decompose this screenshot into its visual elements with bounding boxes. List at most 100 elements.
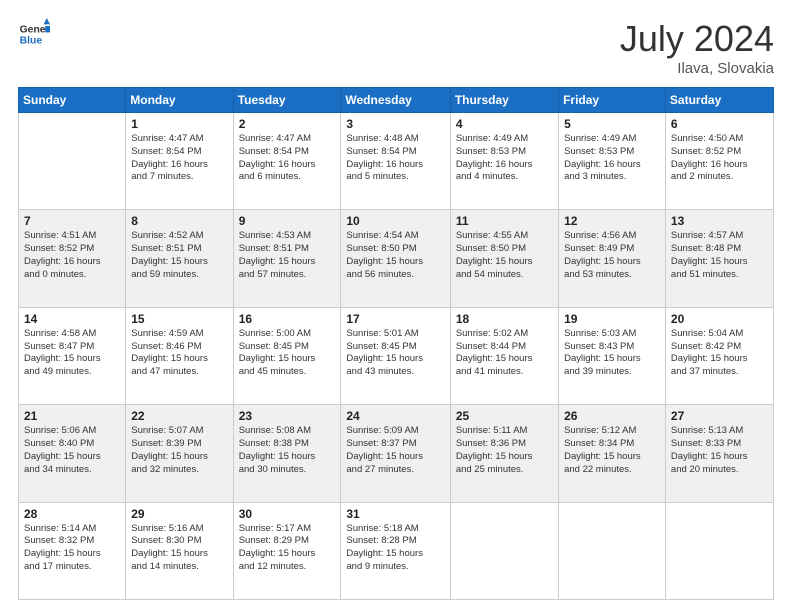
day-number: 14: [24, 312, 120, 326]
day-info: Sunrise: 4:49 AM Sunset: 8:53 PM Dayligh…: [456, 133, 553, 184]
day-number: 29: [131, 507, 227, 521]
day-number: 7: [24, 214, 120, 228]
day-number: 25: [456, 409, 553, 423]
table-row: 20 Sunrise: 5:04 AM Sunset: 8:42 PM Dayli…: [665, 307, 773, 404]
day-number: 3: [346, 117, 444, 131]
day-number: 9: [239, 214, 336, 228]
day-number: 21: [24, 409, 120, 423]
day-number: 16: [239, 312, 336, 326]
day-info: Sunrise: 5:08 AM Sunset: 8:38 PM Dayligh…: [239, 425, 336, 476]
table-row: 22Sunrise: 5:07 AM Sunset: 8:39 PM Dayli…: [126, 405, 233, 502]
title-block: July 2024 Ilava, Slovakia: [620, 18, 774, 77]
day-info: Sunrise: 4:48 AM Sunset: 8:54 PM Dayligh…: [346, 133, 444, 184]
col-sunday: Sunday: [19, 88, 126, 113]
day-number: 13: [671, 214, 768, 228]
table-row: 2 Sunrise: 4:47 AM Sunset: 8:54 PM Daylig…: [233, 113, 341, 210]
table-row: 19 Sunrise: 5:03 AM Sunset: 8:43 PM Dayli…: [559, 307, 666, 404]
table-row: 1Sunrise: 4:47 AM Sunset: 8:54 PM Daylig…: [126, 113, 233, 210]
table-row: [450, 502, 558, 599]
table-row: [665, 502, 773, 599]
day-info: Sunrise: 4:50 AM Sunset: 8:52 PM Dayligh…: [671, 133, 768, 184]
day-number: 10: [346, 214, 444, 228]
table-row: 18Sunrise: 5:02 AM Sunset: 8:44 PM Dayli…: [450, 307, 558, 404]
day-number: 24: [346, 409, 444, 423]
location: Ilava, Slovakia: [620, 60, 774, 77]
table-row: 15 Sunrise: 4:59 AM Sunset: 8:46 PM Dayli…: [126, 307, 233, 404]
svg-text:Blue: Blue: [20, 36, 43, 47]
day-number: 19: [564, 312, 660, 326]
table-row: 5Sunrise: 4:49 AM Sunset: 8:53 PM Daylig…: [559, 113, 666, 210]
calendar-week-row: 1 Sunrise: 4:47 AM Sunset: 8:54 PM Daylig…: [19, 113, 774, 210]
day-info: Sunrise: 4:47 AM Sunset: 8:54 PM Dayligh…: [239, 133, 336, 184]
table-row: 16Sunrise: 5:00 AM Sunset: 8:45 PM Dayli…: [233, 307, 341, 404]
day-info: Sunrise: 5:16 AM Sunset: 8:30 PM Dayligh…: [131, 523, 227, 574]
table-row: 12Sunrise: 4:56 AM Sunset: 8:49 PM Dayli…: [559, 210, 666, 307]
day-info: Sunrise: 4:52 AM Sunset: 8:51 PM Dayligh…: [131, 230, 227, 281]
table-row: 17Sunrise: 5:01 AM Sunset: 8:45 PM Dayli…: [341, 307, 450, 404]
table-row: [559, 502, 666, 599]
day-number: 18: [456, 312, 553, 326]
col-tuesday: Tuesday: [233, 88, 341, 113]
table-row: 27 Sunrise: 5:13 AM Sunset: 8:33 PM Dayli…: [665, 405, 773, 502]
col-monday: Monday: [126, 88, 233, 113]
table-row: 23 Sunrise: 5:08 AM Sunset: 8:38 PM Dayli…: [233, 405, 341, 502]
day-number: 23: [239, 409, 336, 423]
day-number: 11: [456, 214, 553, 228]
day-info: Sunrise: 4:54 AM Sunset: 8:50 PM Dayligh…: [346, 230, 444, 281]
day-number: 15: [131, 312, 227, 326]
day-info: Sunrise: 4:49 AM Sunset: 8:53 PM Dayligh…: [564, 133, 660, 184]
calendar-week-row: 14 Sunrise: 4:58 AM Sunset: 8:47 PM Dayli…: [19, 307, 774, 404]
logo: General Blue: [18, 18, 50, 50]
calendar-table: Sunday Monday Tuesday Wednesday Thursday…: [18, 87, 774, 600]
day-number: 6: [671, 117, 768, 131]
table-row: 13 Sunrise: 4:57 AM Sunset: 8:48 PM Dayli…: [665, 210, 773, 307]
col-thursday: Thursday: [450, 88, 558, 113]
day-info: Sunrise: 5:18 AM Sunset: 8:28 PM Dayligh…: [346, 523, 444, 574]
day-info: Sunrise: 4:53 AM Sunset: 8:51 PM Dayligh…: [239, 230, 336, 281]
table-row: 4 Sunrise: 4:49 AM Sunset: 8:53 PM Daylig…: [450, 113, 558, 210]
day-number: 12: [564, 214, 660, 228]
day-number: 8: [131, 214, 227, 228]
day-info: Sunrise: 4:58 AM Sunset: 8:47 PM Dayligh…: [24, 328, 120, 379]
day-info: Sunrise: 5:01 AM Sunset: 8:45 PM Dayligh…: [346, 328, 444, 379]
table-row: 26Sunrise: 5:12 AM Sunset: 8:34 PM Dayli…: [559, 405, 666, 502]
month-year: July 2024: [620, 18, 774, 60]
day-info: Sunrise: 4:59 AM Sunset: 8:46 PM Dayligh…: [131, 328, 227, 379]
day-info: Sunrise: 4:57 AM Sunset: 8:48 PM Dayligh…: [671, 230, 768, 281]
day-info: Sunrise: 5:07 AM Sunset: 8:39 PM Dayligh…: [131, 425, 227, 476]
day-info: Sunrise: 5:03 AM Sunset: 8:43 PM Dayligh…: [564, 328, 660, 379]
calendar-week-row: 21 Sunrise: 5:06 AM Sunset: 8:40 PM Dayli…: [19, 405, 774, 502]
table-row: 3 Sunrise: 4:48 AM Sunset: 8:54 PM Daylig…: [341, 113, 450, 210]
logo-icon: General Blue: [18, 18, 50, 50]
table-row: 21 Sunrise: 5:06 AM Sunset: 8:40 PM Dayli…: [19, 405, 126, 502]
header: General Blue July 2024 Ilava, Slovakia: [18, 18, 774, 77]
day-number: 2: [239, 117, 336, 131]
day-info: Sunrise: 5:12 AM Sunset: 8:34 PM Dayligh…: [564, 425, 660, 476]
table-row: 11 Sunrise: 4:55 AM Sunset: 8:50 PM Dayli…: [450, 210, 558, 307]
day-number: 1: [131, 117, 227, 131]
table-row: 30Sunrise: 5:17 AM Sunset: 8:29 PM Dayli…: [233, 502, 341, 599]
table-row: 8 Sunrise: 4:52 AM Sunset: 8:51 PM Daylig…: [126, 210, 233, 307]
day-info: Sunrise: 4:55 AM Sunset: 8:50 PM Dayligh…: [456, 230, 553, 281]
day-number: 30: [239, 507, 336, 521]
col-friday: Friday: [559, 88, 666, 113]
table-row: 9 Sunrise: 4:53 AM Sunset: 8:51 PM Daylig…: [233, 210, 341, 307]
table-row: 25 Sunrise: 5:11 AM Sunset: 8:36 PM Dayli…: [450, 405, 558, 502]
day-info: Sunrise: 5:11 AM Sunset: 8:36 PM Dayligh…: [456, 425, 553, 476]
day-info: Sunrise: 5:13 AM Sunset: 8:33 PM Dayligh…: [671, 425, 768, 476]
day-number: 20: [671, 312, 768, 326]
day-number: 4: [456, 117, 553, 131]
day-number: 27: [671, 409, 768, 423]
day-info: Sunrise: 5:14 AM Sunset: 8:32 PM Dayligh…: [24, 523, 120, 574]
table-row: 10 Sunrise: 4:54 AM Sunset: 8:50 PM Dayli…: [341, 210, 450, 307]
table-row: 28Sunrise: 5:14 AM Sunset: 8:32 PM Dayli…: [19, 502, 126, 599]
table-row: 31 Sunrise: 5:18 AM Sunset: 8:28 PM Dayli…: [341, 502, 450, 599]
calendar-week-row: 7 Sunrise: 4:51 AM Sunset: 8:52 PM Daylig…: [19, 210, 774, 307]
day-info: Sunrise: 5:04 AM Sunset: 8:42 PM Dayligh…: [671, 328, 768, 379]
calendar-header-row: Sunday Monday Tuesday Wednesday Thursday…: [19, 88, 774, 113]
day-info: Sunrise: 5:06 AM Sunset: 8:40 PM Dayligh…: [24, 425, 120, 476]
day-info: Sunrise: 4:51 AM Sunset: 8:52 PM Dayligh…: [24, 230, 120, 281]
calendar-week-row: 28Sunrise: 5:14 AM Sunset: 8:32 PM Dayli…: [19, 502, 774, 599]
day-number: 31: [346, 507, 444, 521]
table-row: 14 Sunrise: 4:58 AM Sunset: 8:47 PM Dayli…: [19, 307, 126, 404]
